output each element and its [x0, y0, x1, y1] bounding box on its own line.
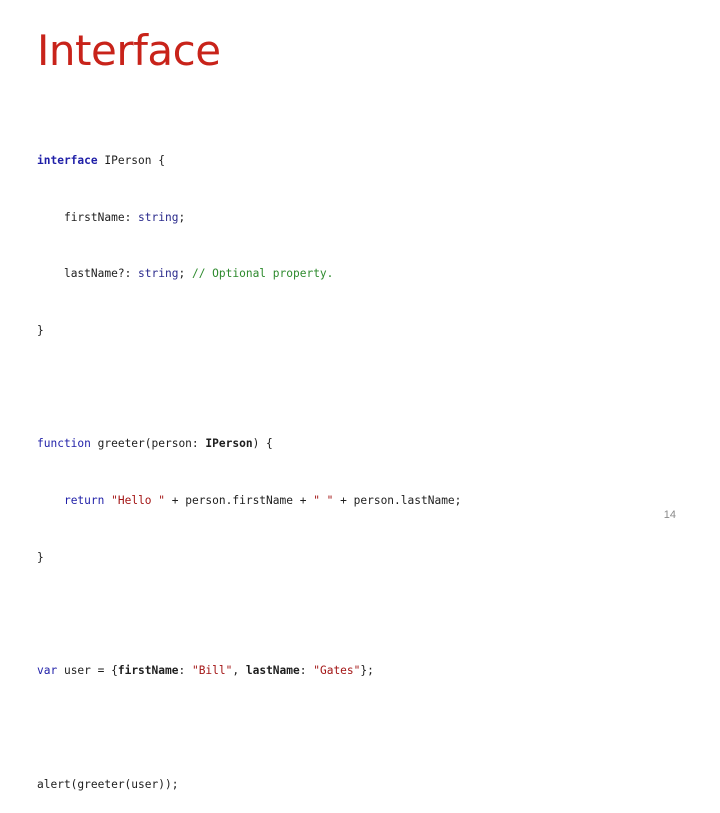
- code-text: + person.firstName +: [165, 494, 314, 508]
- keyword-interface: interface: [37, 153, 98, 167]
- type-string: string: [138, 267, 179, 281]
- code-text: };: [360, 664, 374, 678]
- code-block: interface IPerson { firstName: string; l…: [37, 114, 461, 813]
- code-text: :: [299, 664, 314, 678]
- code-text: }: [37, 550, 44, 564]
- slide-title: Interface: [37, 26, 221, 75]
- string-literal: "Bill": [191, 664, 233, 678]
- property-name: lastName?:: [63, 267, 139, 281]
- code-text: greeter(person:: [90, 437, 206, 451]
- code-line-1: interface IPerson {: [37, 152, 461, 171]
- string-literal: "Gates": [313, 664, 361, 678]
- page-number: 14: [663, 509, 676, 521]
- code-comment: // Optional property.: [191, 267, 334, 281]
- code-line-5-blank: [37, 379, 461, 398]
- string-literal: " ": [313, 494, 334, 508]
- code-text: }: [37, 323, 44, 337]
- code-text: ) {: [252, 437, 273, 451]
- code-line-6: function greeter(person: IPerson) {: [37, 435, 461, 454]
- code-line-3: lastName?: string; // Optional property.: [37, 265, 461, 284]
- code-line-9-blank: [37, 605, 461, 624]
- code-text: ;: [178, 267, 192, 281]
- property-name: firstName:: [63, 210, 139, 224]
- object-key: firstName: [117, 664, 179, 678]
- code-text: ;: [178, 210, 186, 224]
- code-line-11-blank: [37, 719, 461, 738]
- code-text: IPerson {: [97, 153, 165, 167]
- code-text: ,: [232, 664, 246, 678]
- keyword-function: function: [37, 437, 91, 451]
- code-text: :: [178, 664, 192, 678]
- keyword-var: var: [37, 664, 58, 678]
- object-key: lastName: [245, 664, 300, 678]
- code-line-2: firstName: string;: [37, 209, 461, 228]
- string-literal: "Hello ": [111, 494, 166, 508]
- code-line-4: }: [37, 322, 461, 341]
- keyword-return: return: [63, 494, 105, 508]
- code-text: user = {: [57, 664, 118, 678]
- code-line-12: alert(greeter(user));: [37, 776, 461, 795]
- code-line-10: var user = {firstName: "Bill", lastName:…: [37, 662, 461, 681]
- code-line-7: return "Hello " + person.firstName + " "…: [37, 492, 461, 511]
- code-line-8: }: [37, 549, 461, 568]
- type-string: string: [138, 210, 179, 224]
- code-text: + person.lastName;: [333, 494, 462, 508]
- code-text: alert(greeter(user));: [37, 777, 179, 791]
- type-iperson: IPerson: [205, 437, 253, 451]
